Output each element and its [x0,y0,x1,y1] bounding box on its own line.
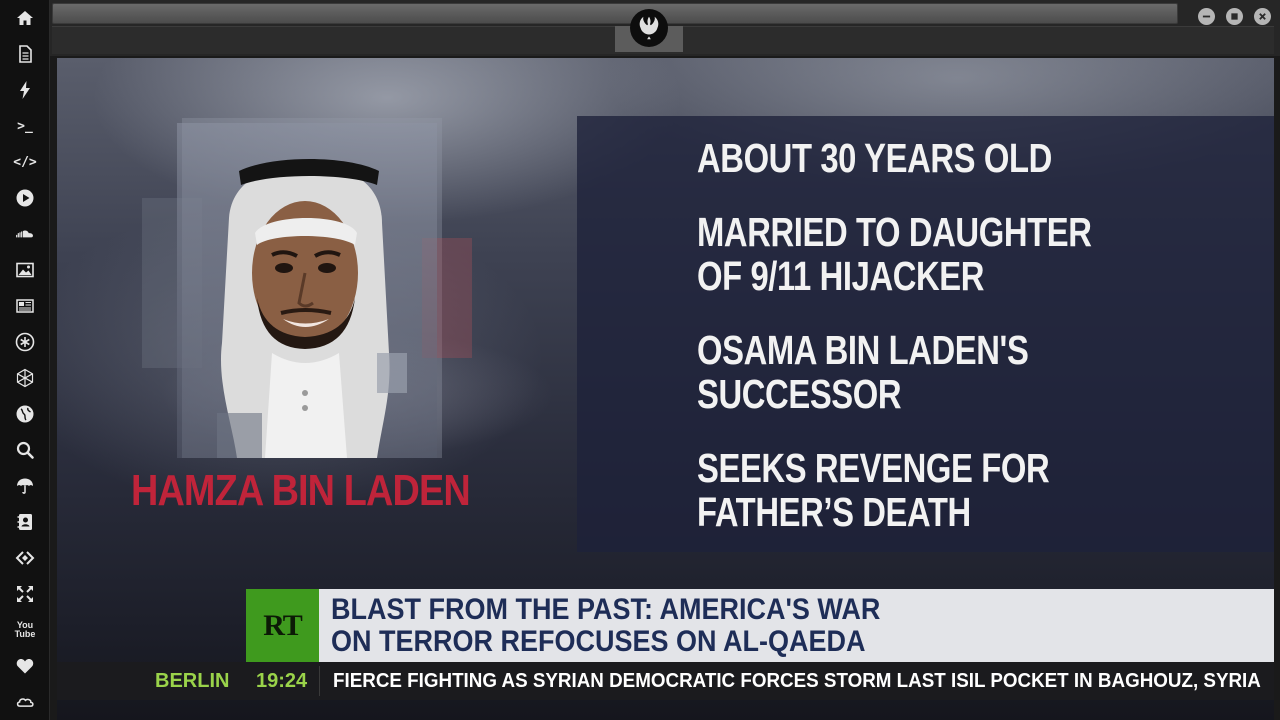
news-icon [16,299,34,313]
ticker-time: 19:24 [256,670,308,692]
sidebar-item-cloud[interactable] [0,684,50,720]
play-icon [16,189,34,207]
image-icon [16,262,34,278]
sidebar-item-code[interactable]: </> [0,144,50,180]
fact-line: SUCCESSOR [697,371,902,417]
document-icon [19,45,32,63]
rt-logo-text: RT [263,608,303,642]
ticker-headline: FIERCE FIGHTING AS SYRIAN DEMOCRATIC FOR… [333,670,1261,692]
portrait-image [177,123,437,458]
sidebar-item-hexagon[interactable] [0,360,50,396]
headline-line-1: BLAST FROM THE PAST: AMERICA'S WAR [331,593,881,626]
sidebar-item-home[interactable] [0,0,50,36]
ticker-divider [319,666,320,696]
name-caption: HAMZA BIN LADEN [131,466,471,515]
close-button[interactable] [1254,8,1271,25]
sidebar-item-asterisk[interactable] [0,324,50,360]
minimize-button[interactable] [1198,8,1215,25]
sidebar-item-youtube[interactable]: You Tube [0,612,50,648]
address-bar[interactable] [52,3,1178,24]
video-player[interactable]: HAMZA BIN LADEN ABOUT 30 YEARS OLD MARRI… [57,58,1274,720]
sidebar-item-contacts[interactable] [0,504,50,540]
heart-icon [16,659,34,674]
soundcloud-icon [16,230,33,238]
news-ticker: BERLIN 19:24 FIERCE FIGHTING AS SYRIAN D… [57,662,1274,700]
sidebar-item-document[interactable] [0,36,50,72]
sidebar-item-heart[interactable] [0,648,50,684]
rt-channel-logo: RT [246,589,319,662]
fact-line: FATHER’S DEATH [697,489,971,535]
minimize-icon [1202,15,1211,18]
facts-panel: ABOUT 30 YEARS OLD MARRIED TO DAUGHTER O… [577,116,1274,552]
fact-line: MARRIED TO DAUGHTER [697,209,1092,255]
umbrella-icon [17,478,33,494]
fact-line: SEEKS REVENGE FOR [697,445,1050,491]
fact-line: OF 9/11 HIJACKER [697,253,985,299]
share-icon [15,551,35,565]
globe-icon [16,405,34,423]
cloud-icon [16,698,34,707]
hexagon-icon [16,368,34,388]
sidebar-item-terminal[interactable]: >_ [0,108,50,144]
sidebar-item-expand[interactable] [0,576,50,612]
headline-bar: BLAST FROM THE PAST: AMERICA'S WAR ON TE… [319,589,1274,662]
ticker-city: BERLIN [155,670,230,692]
fact-line: ABOUT 30 YEARS OLD [697,135,1052,181]
sidebar-item-soundcloud[interactable] [0,216,50,252]
sidebar-item-umbrella[interactable] [0,468,50,504]
headline-line-2: ON TERROR REFOCUSES ON AL-QAEDA [331,625,866,658]
launcher-sidebar: >_ </> You Tube [0,0,50,720]
sidebar-item-image[interactable] [0,252,50,288]
sidebar-item-share[interactable] [0,540,50,576]
search-icon [16,441,34,459]
home-icon [17,11,33,25]
fact-line: OSAMA BIN LADEN'S [697,327,1029,373]
rebel-alliance-icon [630,9,668,47]
terminal-icon: >_ [17,118,33,134]
close-icon [1259,13,1266,20]
maximize-button[interactable] [1226,8,1243,25]
sidebar-item-play[interactable] [0,180,50,216]
sidebar-item-lightning[interactable] [0,72,50,108]
sidebar-item-search[interactable] [0,432,50,468]
portrait-frame [142,118,472,458]
code-icon: </> [13,154,37,170]
sidebar-item-globe[interactable] [0,396,50,432]
sidebar-item-news[interactable] [0,288,50,324]
contacts-icon [17,514,32,530]
lightning-icon [20,81,30,99]
asterisk-icon [15,332,35,352]
youtube-icon: You Tube [14,620,36,639]
expand-icon [17,586,33,602]
maximize-icon [1231,13,1238,20]
